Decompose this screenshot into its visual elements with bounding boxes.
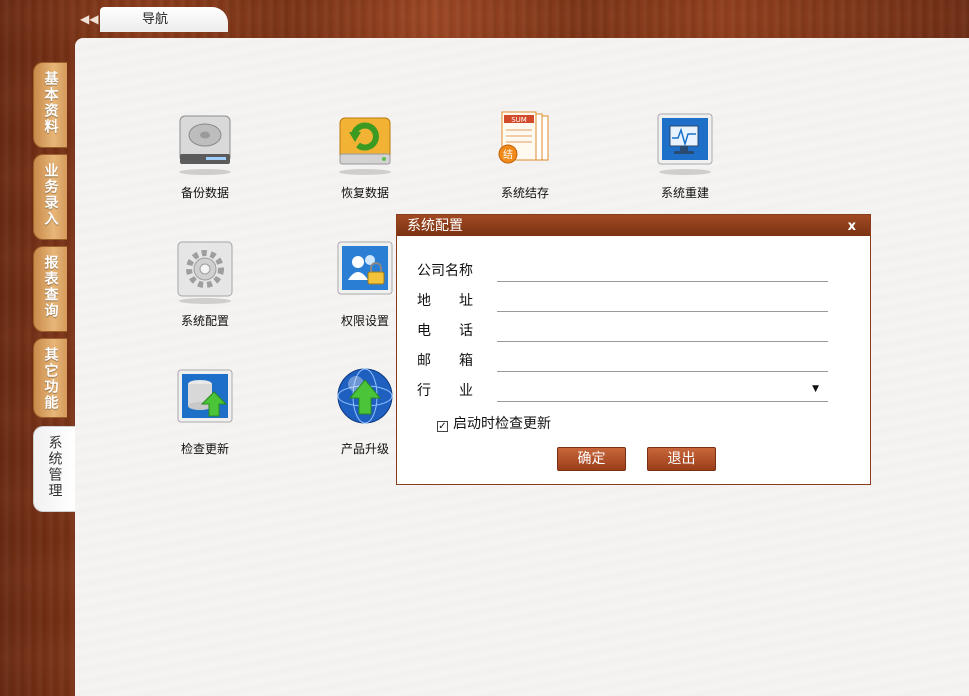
svg-text:结: 结 — [503, 148, 513, 161]
startup-update-check-row: ✓ 启动时检查更新 — [437, 413, 551, 433]
ok-button[interactable]: 确定 — [557, 447, 626, 471]
email-row: 邮 箱 — [417, 348, 837, 372]
svg-text:SUM: SUM — [511, 116, 527, 124]
app-restore-data[interactable]: 恢复数据 — [305, 110, 425, 201]
hard-drive-icon — [179, 115, 231, 175]
monitor-rebuild-icon — [657, 113, 713, 175]
database-upload-icon — [177, 369, 233, 423]
side-tab-label: 业务录入 — [42, 163, 59, 227]
restore-drive-icon — [339, 117, 391, 175]
app-label: 恢复数据 — [340, 186, 389, 200]
globe-upgrade-icon — [337, 368, 393, 424]
email-label: 邮 箱 — [417, 353, 473, 369]
side-tab-label: 基本资料 — [42, 71, 59, 135]
email-field[interactable] — [497, 348, 828, 372]
phone-field[interactable] — [497, 318, 828, 342]
app-label: 备份数据 — [180, 186, 229, 200]
side-tab-label: 报表查询 — [42, 255, 59, 319]
dialog-title: 系统配置 — [407, 218, 463, 234]
side-tab-report-query[interactable]: 报表查询 — [33, 246, 67, 332]
top-bar: ◀◀ 导航 — [0, 0, 969, 38]
side-tab-business-entry[interactable]: 业务录入 — [33, 154, 67, 240]
side-tab-other-functions[interactable]: 其它功能 — [33, 338, 67, 418]
app-label: 系统结存 — [500, 186, 549, 200]
double-chevron-left-icon[interactable]: ◀◀ — [80, 12, 98, 26]
app-backup-data[interactable]: 备份数据 — [145, 110, 265, 201]
phone-label: 电 话 — [417, 323, 473, 339]
phone-row: 电 话 — [417, 318, 837, 342]
address-field[interactable] — [497, 288, 828, 312]
startup-update-label: 启动时检查更新 — [453, 416, 551, 432]
side-tab-basic-data[interactable]: 基本资料 — [33, 62, 67, 148]
side-tab-label: 系统管理 — [46, 435, 63, 499]
app-label: 系统配置 — [180, 314, 229, 328]
industry-label: 行 业 — [417, 383, 473, 399]
company-name-field[interactable] — [497, 258, 828, 282]
startup-update-checkbox[interactable]: ✓ — [437, 421, 448, 432]
industry-select[interactable] — [497, 378, 828, 402]
company-name-row: 公司名称 — [417, 258, 837, 282]
user-permission-icon — [337, 241, 393, 295]
dialog-title-bar: 系统配置 x — [397, 215, 870, 236]
app-system-balance[interactable]: SUM 结 系统结存 — [465, 110, 585, 201]
app-system-rebuild[interactable]: 系统重建 — [625, 110, 745, 201]
close-icon[interactable]: x — [848, 216, 856, 238]
app-check-update[interactable]: 检查更新 — [145, 366, 265, 457]
address-row: 地 址 — [417, 288, 837, 312]
gear-icon — [177, 241, 233, 304]
tab-navigation[interactable]: 导航 — [100, 7, 228, 32]
sum-documents-icon: SUM 结 — [498, 111, 549, 164]
app-system-config[interactable]: 系统配置 — [145, 238, 265, 329]
system-config-dialog: 系统配置 x 公司名称 地 址 电 话 邮 箱 行 业 ▼ ✓ 启动时检查更新 确… — [396, 214, 871, 485]
exit-button[interactable]: 退出 — [647, 447, 716, 471]
industry-row: 行 业 ▼ — [417, 378, 837, 402]
chevron-down-icon[interactable]: ▼ — [812, 384, 819, 394]
app-label: 系统重建 — [660, 186, 709, 200]
company-name-label: 公司名称 — [417, 263, 473, 279]
app-label: 检查更新 — [180, 442, 229, 456]
side-tab-system-management[interactable]: 系统管理 — [33, 426, 75, 512]
address-label: 地 址 — [417, 293, 473, 309]
side-tab-label: 其它功能 — [42, 347, 59, 411]
